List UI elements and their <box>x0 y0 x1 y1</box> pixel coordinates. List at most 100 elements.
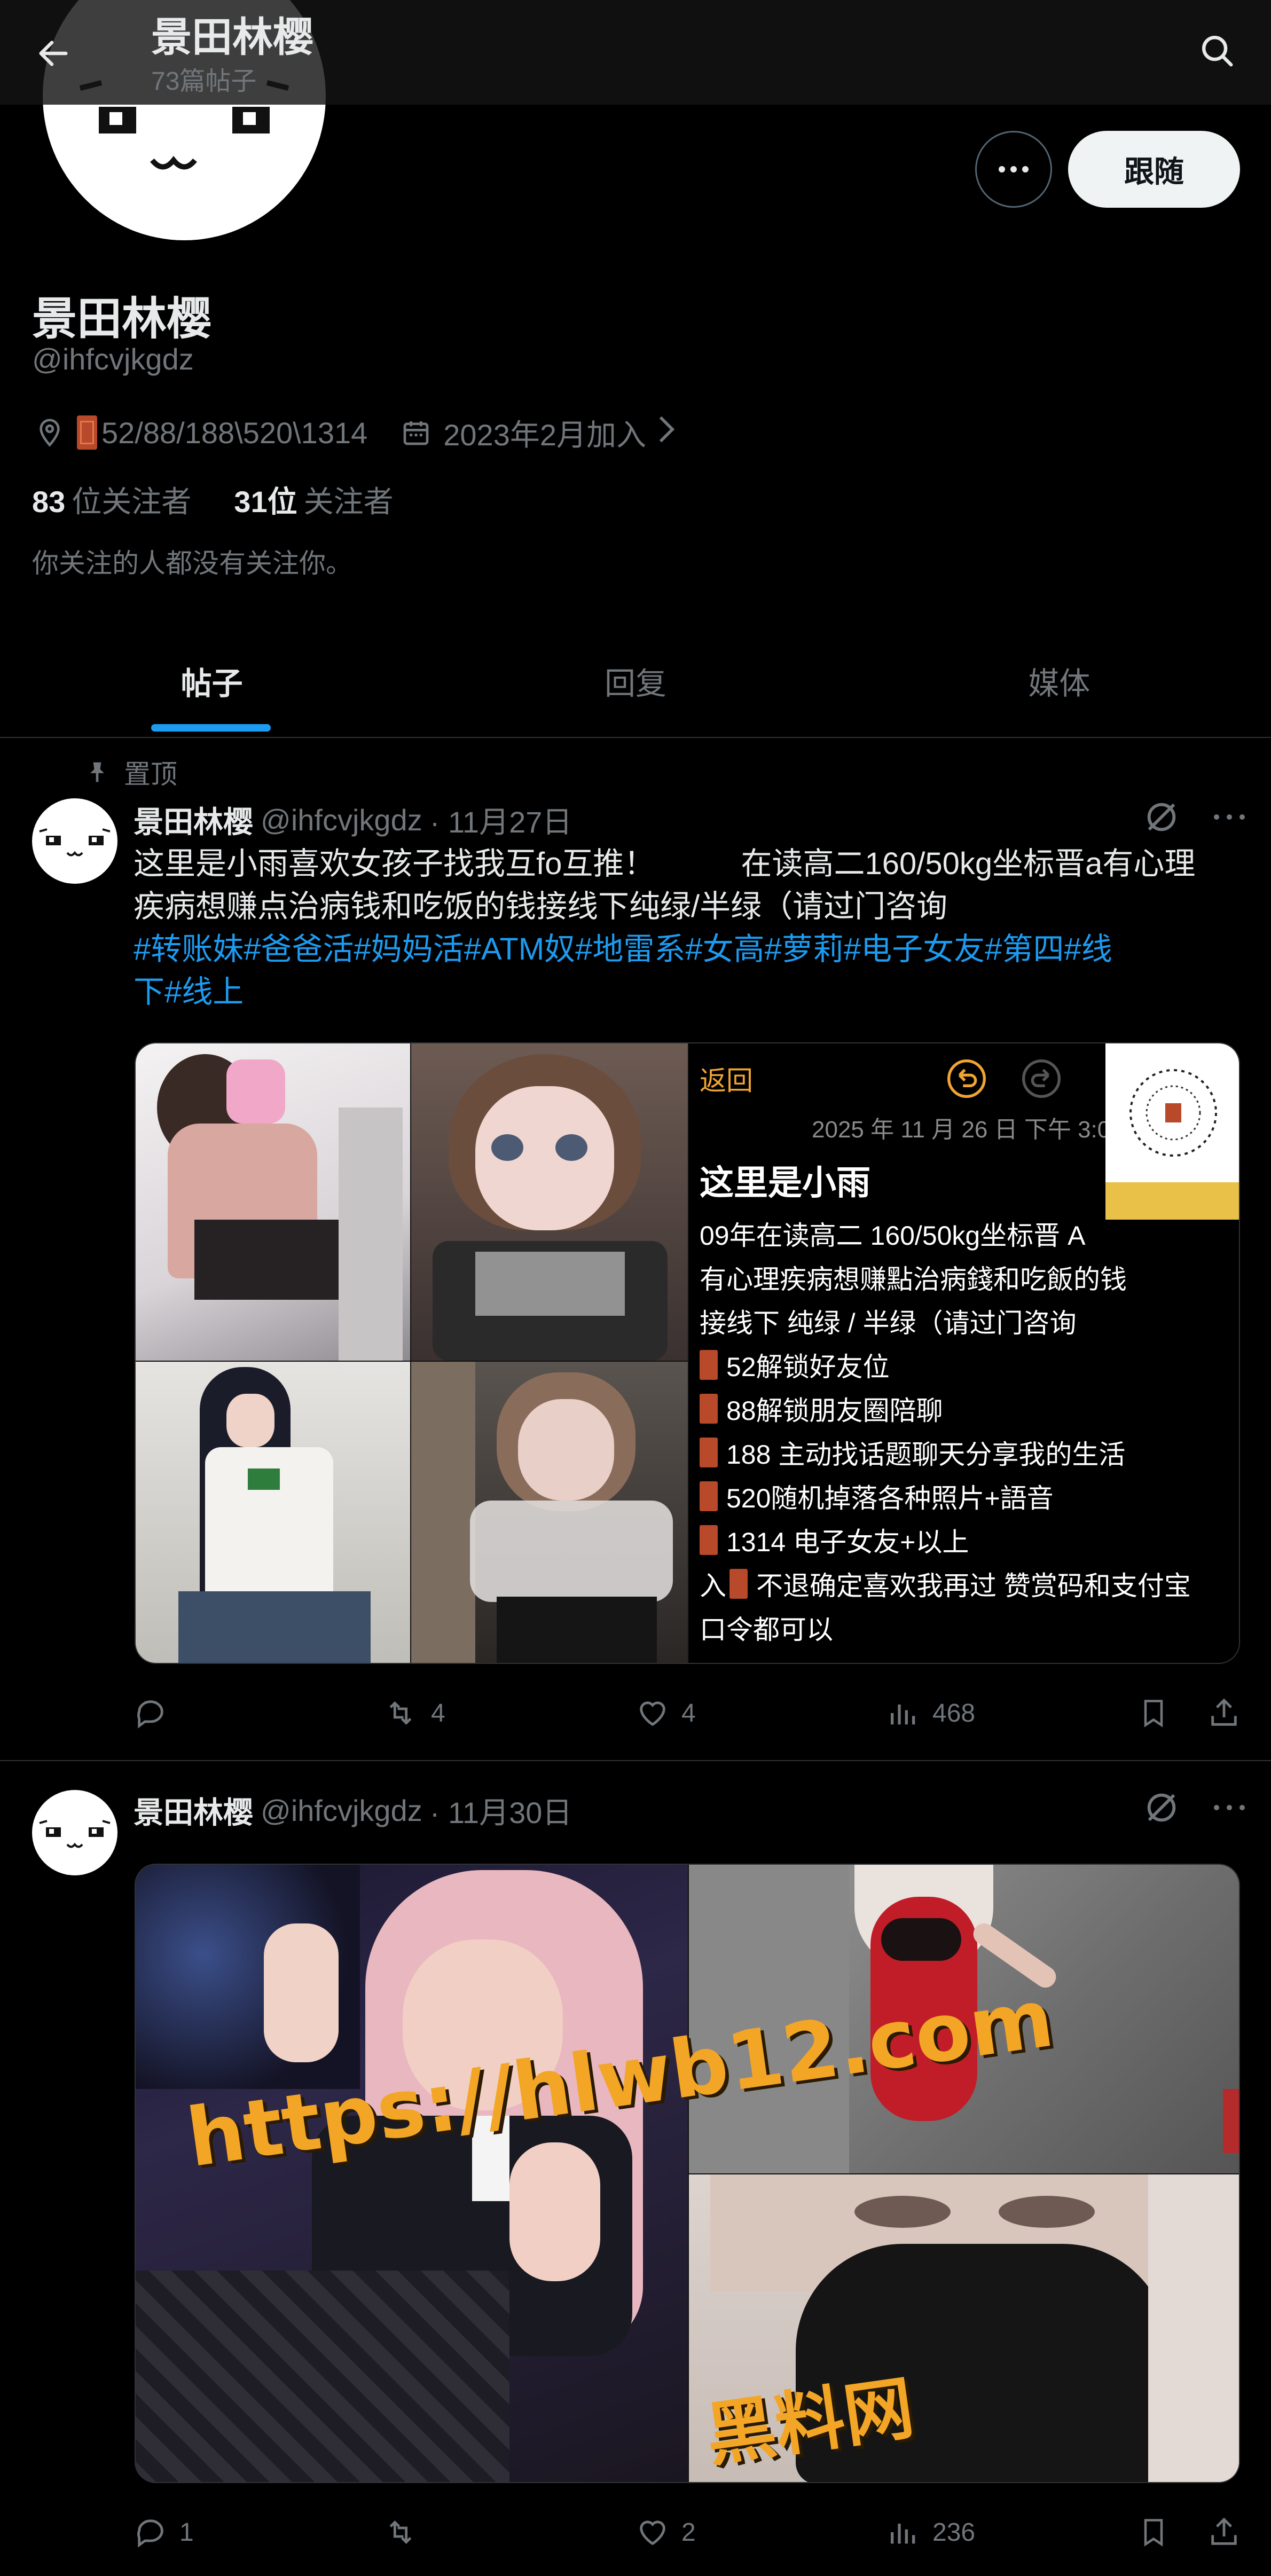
more-dots-icon[interactable] <box>1212 1802 1246 1813</box>
note-line: 09年在读高二 160/50kg坐标晋 A <box>700 1221 1086 1251</box>
reply-action[interactable]: 1 <box>134 2506 194 2559</box>
top-bar: 景田林樱 73篇帖子 <box>0 0 1271 105</box>
door-emoji-icon <box>77 415 97 450</box>
reply-icon <box>137 1700 163 1729</box>
heart-icon <box>640 2520 665 2546</box>
post-media-grid[interactable] <box>135 1864 1240 2483</box>
profile-name: 景田林樱 <box>32 294 212 344</box>
profile-tabs: 帖子 回复 媒体 <box>0 625 1271 738</box>
tab-replies[interactable]: 回复 <box>423 625 847 737</box>
followers-stat[interactable]: 31位 关注者 <box>234 478 393 521</box>
post-text: 这里是小雨喜欢女孩子找我互fo互推！ 在读高二160/50kg坐标晋a有心理 疾… <box>134 843 1244 1014</box>
avatar-face-icon <box>39 828 111 857</box>
note-line: 88解锁朋友圈陪聊 <box>700 1389 943 1428</box>
note-line: 有心理疾病想赚點治病錢和吃飯的钱 <box>700 1265 1127 1294</box>
more-dots-icon[interactable] <box>1212 812 1246 822</box>
pin-icon <box>90 762 104 782</box>
bookmark-icon <box>1144 2519 1163 2547</box>
grok-icon[interactable] <box>1143 798 1180 836</box>
post-media-grid[interactable]: 返回 2025 年 11 月 26 日 下午 3:0 这里是小雨 09年在读高二… <box>135 1042 1240 1664</box>
avatar-face-icon <box>39 1820 111 1848</box>
share-action[interactable] <box>1207 2506 1241 2559</box>
views-action[interactable]: 236 <box>886 2506 975 2559</box>
share-icon <box>1211 1698 1237 1726</box>
note-screenshot[interactable]: 返回 2025 年 11 月 26 日 下午 3:0 这里是小雨 09年在读高二… <box>689 1043 1239 1663</box>
views-action[interactable]: 468 <box>886 1686 975 1740</box>
post-hashtags-cont[interactable]: 下#线上 <box>134 971 1244 1014</box>
bookmark-icon <box>1144 1700 1163 1727</box>
note-line: 1314 电子女友+以上 <box>700 1521 969 1559</box>
views-chart-icon <box>891 1705 915 1725</box>
post-header: 景田林樱 @ihfcvjkgdz · 11月27日 <box>134 798 572 842</box>
grok-icon[interactable] <box>1143 1789 1180 1826</box>
views-chart-icon <box>891 2524 915 2544</box>
calendar-icon <box>398 415 434 450</box>
chevron-right-icon[interactable] <box>656 414 677 451</box>
media-photo[interactable] <box>411 1043 688 1361</box>
heart-icon <box>640 1701 665 1726</box>
note-date: 2025 年 11 月 26 日 下午 3:0 <box>812 1117 1111 1143</box>
undo-icon <box>947 1059 986 1098</box>
repost-icon <box>389 2520 412 2544</box>
profile-location: 52/88/188\520\1314 <box>101 415 368 450</box>
tab-posts[interactable]: 帖子 <box>0 625 423 737</box>
note-line: 接线下 纯绿 / 半绿（请过门咨询 <box>700 1308 1077 1338</box>
door-emoji-icon <box>700 1438 718 1467</box>
follow-button[interactable]: 跟随 <box>1068 131 1240 208</box>
arrow-left-icon <box>39 41 68 66</box>
like-action[interactable]: 2 <box>636 2506 696 2559</box>
more-dots-icon <box>999 166 1029 172</box>
note-line: 口令都可以 <box>700 1615 833 1645</box>
profile-handle: @ihfcvjkgdz <box>32 342 194 376</box>
post-hashtags[interactable]: #转账妹#爸爸活#妈妈活#ATM奴#地雷系#女高#萝莉#电子女友#第四#线 <box>134 928 1244 971</box>
reply-icon <box>137 2519 163 2548</box>
tab-media[interactable]: 媒体 <box>848 625 1271 737</box>
door-emoji-icon <box>700 1481 718 1511</box>
note-back-label: 返回 <box>700 1066 753 1096</box>
more-options-button[interactable] <box>975 131 1052 208</box>
door-emoji-icon <box>729 1569 748 1599</box>
profile-stats: 83 位关注者 31位 关注者 <box>32 478 394 521</box>
following-stat[interactable]: 83 位关注者 <box>32 478 191 521</box>
post-header-icons <box>1143 798 1246 836</box>
mutual-note: 你关注的人都没有关注你。 <box>32 548 352 578</box>
door-emoji-icon <box>700 1350 718 1380</box>
repost-action[interactable]: 4 <box>382 1686 445 1740</box>
bookmark-action[interactable] <box>1137 1686 1170 1740</box>
media-photo[interactable] <box>136 1043 410 1361</box>
note-line: 520随机掉落各种照片+語音 <box>700 1477 1054 1515</box>
post-actions: 4 4 468 <box>134 1686 1244 1740</box>
media-photo[interactable] <box>411 1362 688 1663</box>
post-handle[interactable]: @ihfcvjkgdz <box>261 1793 422 1828</box>
post-date[interactable]: · 11月30日 <box>430 1789 572 1832</box>
qr-code-image <box>1105 1043 1239 1220</box>
note-line: 入不退确定喜欢我再过 赞赏码和支付宝 <box>700 1565 1191 1603</box>
note-title: 这里是小雨 <box>700 1164 870 1202</box>
like-action[interactable]: 4 <box>636 1686 696 1740</box>
back-button[interactable] <box>28 28 79 79</box>
share-action[interactable] <box>1207 1686 1241 1740</box>
repost-icon <box>389 1701 412 1725</box>
media-photo[interactable] <box>136 1362 410 1663</box>
post-header-icons <box>1143 1789 1246 1826</box>
active-tab-indicator <box>151 724 271 732</box>
reply-action[interactable] <box>134 1686 179 1740</box>
bookmark-action[interactable] <box>1137 2506 1170 2559</box>
header-post-count: 73篇帖子 <box>151 67 257 96</box>
pinned-label: 置顶 <box>85 753 177 791</box>
door-emoji-icon <box>700 1394 718 1424</box>
post-date[interactable]: · 11月27日 <box>430 798 572 842</box>
search-button[interactable] <box>1188 21 1246 80</box>
redo-icon <box>1022 1059 1061 1098</box>
post-avatar[interactable] <box>32 798 117 884</box>
note-line: 188 主动找话题聊天分享我的生活 <box>700 1433 1125 1472</box>
post-divider <box>0 1760 1271 1761</box>
share-icon <box>1211 2517 1237 2545</box>
post-author[interactable]: 景田林樱 <box>134 1789 253 1832</box>
location-icon <box>32 415 67 450</box>
post-author[interactable]: 景田林樱 <box>134 798 253 842</box>
profile-joined: 2023年2月加入 <box>443 418 646 452</box>
repost-action[interactable] <box>382 2506 431 2559</box>
post-avatar[interactable] <box>32 1790 117 1875</box>
post-handle[interactable]: @ihfcvjkgdz <box>261 803 422 837</box>
